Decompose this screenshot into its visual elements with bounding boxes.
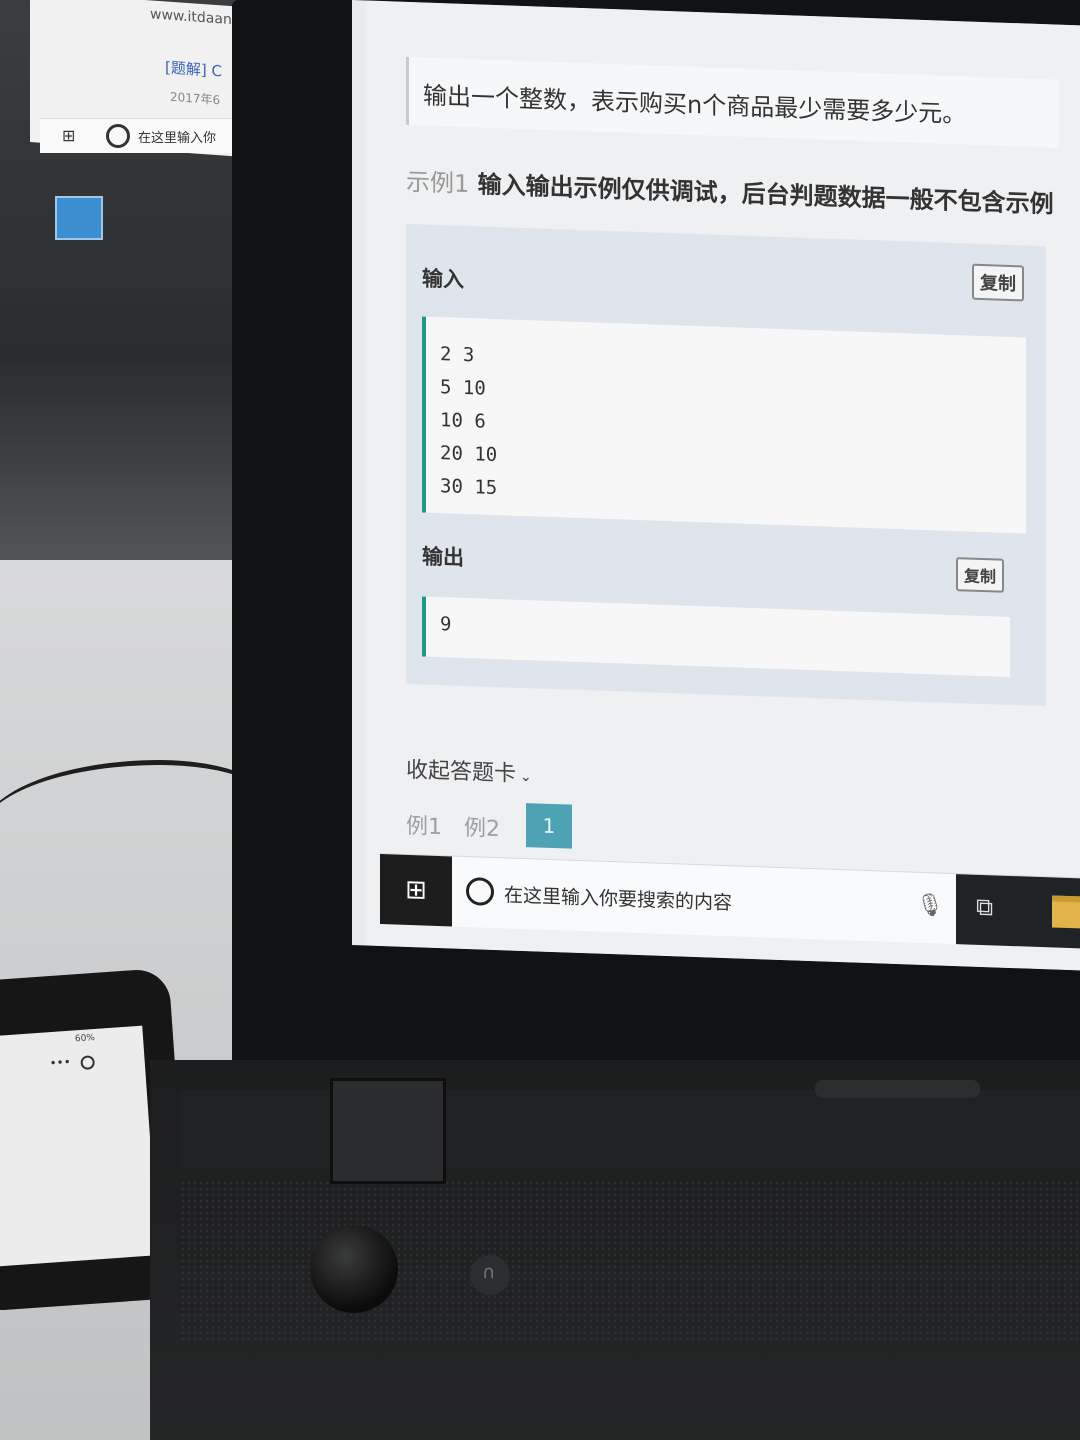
- laptop-screen: 输出一个整数，表示购买n个商品最少需要多少元。 示例1 输入输出示例仅供调试，后…: [352, 0, 1080, 971]
- task-view-icon[interactable]: ⧉: [976, 893, 993, 922]
- output-line: 9: [440, 613, 452, 636]
- desktop-app-icon: [55, 196, 103, 240]
- background-taskbar: ⊞ 在这里输入你: [40, 118, 260, 153]
- windows-logo-icon: ⊞: [62, 126, 76, 145]
- power-button: [310, 1225, 398, 1313]
- chevron-down-icon: ⌄: [520, 768, 532, 786]
- input-line: 2 3: [440, 343, 475, 367]
- windows-logo-icon: ⊞: [405, 874, 427, 906]
- input-line: 30 15: [440, 475, 498, 500]
- example-io-panel: 输入 复制 2 3 5 10 10 6 20 10 30 15 输出 复制 9: [406, 223, 1046, 707]
- phone-record-icon: [80, 1055, 96, 1071]
- collapse-answer-card-label: 收起答题卡: [406, 757, 517, 787]
- laptop-hinge: [330, 1078, 446, 1184]
- answer-card-item-1-active[interactable]: 1: [526, 803, 572, 849]
- phone-screen: 60% •••: [0, 1025, 159, 1267]
- laptop-base-strip: [180, 1090, 1080, 1170]
- copy-output-button[interactable]: 复制: [956, 557, 1005, 593]
- input-code-box: 2 3 5 10 10 6 20 10 30 15: [422, 316, 1026, 534]
- input-label: 输入: [422, 266, 464, 292]
- example-heading-text: 输入输出示例仅供调试，后台判题数据一般不包含示例: [477, 170, 1054, 219]
- input-line: 20 10: [440, 442, 498, 467]
- output-code-box: 9: [422, 596, 1010, 677]
- background-url-text: www.itdaan: [150, 6, 232, 29]
- laptop-hinge-slot: [815, 1080, 980, 1098]
- taskbar-pinned-area: ⧉: [956, 874, 1080, 949]
- output-label: 输出: [422, 544, 464, 570]
- copy-input-button[interactable]: 复制: [972, 263, 1024, 302]
- phone-battery-text: 60%: [74, 1033, 96, 1045]
- example-heading-prefix: 示例1: [406, 167, 470, 199]
- answer-card-item-example-2[interactable]: 例2: [464, 810, 500, 843]
- windows-taskbar: ⊞ 在这里输入你要搜索的内容 🎙 ⧉: [380, 852, 1080, 949]
- cortana-icon: [106, 124, 130, 148]
- cortana-icon[interactable]: [466, 876, 494, 906]
- taskbar-search-input[interactable]: 在这里输入你要搜索的内容: [504, 880, 732, 915]
- file-explorer-icon[interactable]: [1052, 895, 1080, 929]
- background-title-link: [题解] C: [165, 58, 222, 81]
- headphone-icon: ∩: [482, 1262, 496, 1283]
- example-heading: 示例1 输入输出示例仅供调试，后台判题数据一般不包含示例: [406, 162, 1054, 220]
- photo-scene: www.itdaan [题解] C 2017年6 ⊞ 在这里输入你 60% ••…: [0, 0, 1080, 1440]
- input-line: 10 6: [440, 409, 486, 433]
- phone-menu-dots-icon: •••: [49, 1054, 72, 1071]
- start-button[interactable]: ⊞: [380, 853, 452, 927]
- background-search-text: 在这里输入你: [138, 131, 217, 146]
- microphone-icon[interactable]: 🎙: [916, 893, 944, 919]
- background-date-text: 2017年6: [170, 89, 221, 108]
- collapse-answer-card-link[interactable]: 收起答题卡 ⌄: [406, 752, 532, 788]
- output-description: 输出一个整数，表示购买n个商品最少需要多少元。: [423, 81, 967, 129]
- input-line: 5 10: [440, 376, 486, 400]
- answer-card-item-example-1[interactable]: 例1: [406, 808, 442, 841]
- page-content: 输出一个整数，表示购买n个商品最少需要多少元。 示例1 输入输出示例仅供调试，后…: [366, 0, 1080, 971]
- output-description-box: 输出一个整数，表示购买n个商品最少需要多少元。: [406, 56, 1059, 148]
